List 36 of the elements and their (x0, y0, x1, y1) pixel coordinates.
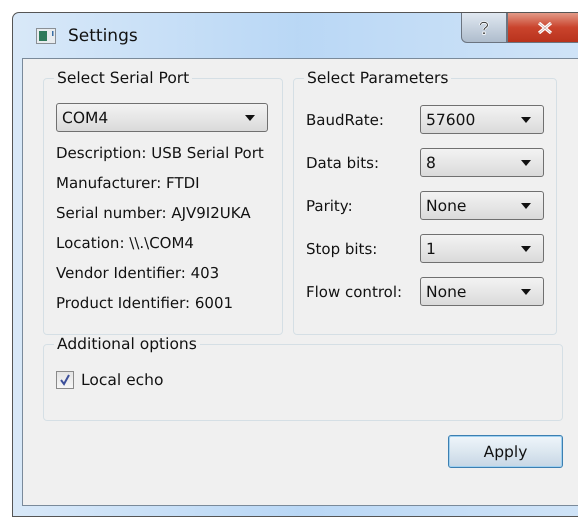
field-label: Stop bits: (306, 240, 378, 258)
port-info-text: Description: USB Serial Port (56, 143, 265, 164)
checkbox[interactable] (56, 371, 74, 389)
dropdown-arrow-icon (521, 160, 531, 166)
dropdown-arrow-icon (245, 114, 255, 120)
close-button[interactable] (507, 13, 578, 43)
window-app-icon (36, 28, 56, 44)
parameter-dropdown[interactable]: None (420, 277, 544, 306)
field-label: BaudRate: (306, 110, 385, 128)
port-info-text: Location: \\.\COM4 (56, 233, 195, 254)
parameter-dropdown[interactable]: 8 (420, 148, 544, 177)
port-info-text: Vendor Identifier: 403 (56, 263, 220, 284)
help-icon (478, 20, 490, 36)
apply-button[interactable]: Apply (448, 435, 563, 468)
group-title: Select Parameters (306, 69, 450, 87)
parameter-dropdown[interactable]: None (420, 191, 544, 220)
help-button[interactable] (461, 13, 507, 43)
group-title: Additional options (56, 335, 198, 353)
window-title: Settings (68, 26, 138, 46)
dropdown-arrow-icon (521, 246, 531, 252)
checkmark-icon (59, 374, 71, 386)
close-icon (536, 22, 552, 34)
port-info-text: Product Identifier: 6001 (56, 293, 234, 314)
dropdown-arrow-icon (521, 116, 531, 122)
field-label: Flow control: (306, 282, 404, 300)
port-info-text: Serial number: AJV9I2UKA (56, 203, 252, 224)
port-info-text: Manufacturer: FTDI (56, 173, 201, 194)
parameter-dropdown[interactable]: 1 (420, 234, 544, 263)
parameter-dropdown[interactable]: 57600 (420, 105, 544, 134)
checkbox-label: Local echo (81, 371, 164, 389)
field-label: Data bits: (306, 154, 380, 172)
group-title: Select Serial Port (56, 69, 190, 87)
dropdown-arrow-icon (521, 288, 531, 294)
port-dropdown[interactable]: COM4 (56, 103, 268, 132)
dropdown-arrow-icon (521, 202, 531, 208)
field-label: Parity: (306, 196, 354, 214)
